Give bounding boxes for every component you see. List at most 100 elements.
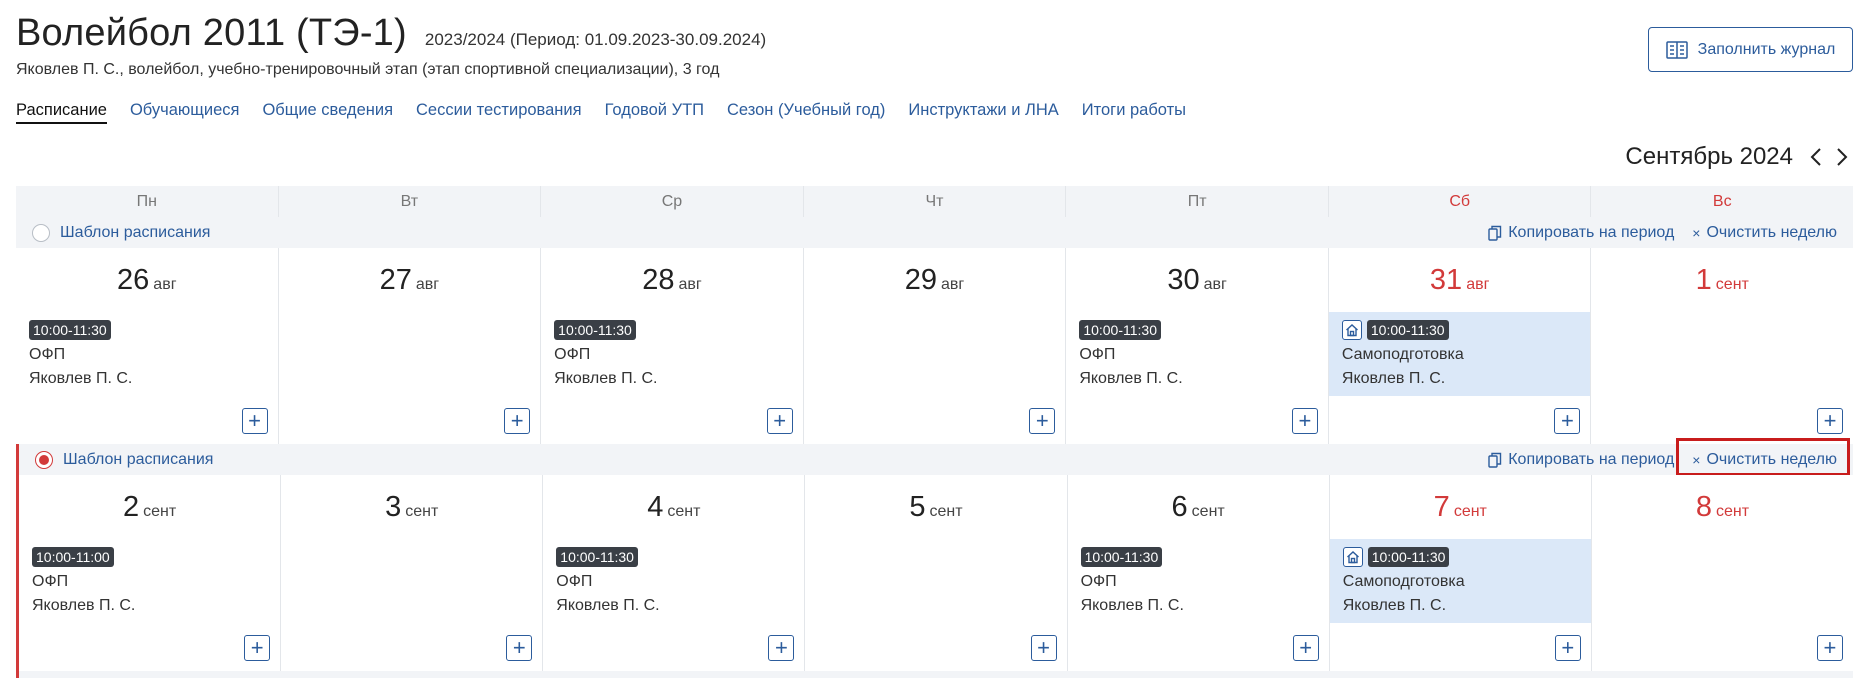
schedule-event[interactable]: 10:00-11:00 ОФП Яковлев П. С. [19, 539, 280, 623]
day-date: 4 сент [543, 475, 804, 539]
event-coach: Яковлев П. С. [1080, 597, 1184, 614]
day-number: 28 [642, 264, 675, 296]
copy-period-button[interactable]: Копировать на период [1488, 451, 1674, 469]
event-coach: Яковлев П. С. [1341, 370, 1446, 387]
day-date: 28 авг [541, 248, 803, 312]
prev-month-button[interactable] [1803, 143, 1829, 171]
week-row: Шаблон расписания Копировать на период ×… [16, 217, 1854, 444]
chevron-left-icon [1810, 148, 1821, 166]
event-name: ОФП [1080, 573, 1117, 590]
week-toolbar: Шаблон расписания Копировать на период ×… [16, 217, 1853, 248]
day-number: 26 [117, 264, 150, 296]
add-event-button[interactable]: + [1817, 408, 1844, 434]
weekday-label: Вт [279, 186, 542, 217]
tab-season[interactable]: Сезон (Учебный год) [727, 101, 885, 124]
template-label[interactable]: Шаблон расписания [60, 224, 210, 242]
clear-week-button[interactable]: × Очистить неделю [1692, 451, 1837, 469]
schedule-event[interactable]: 10:00-11:30 ОФП Яковлев П. С. [1068, 539, 1329, 623]
day-cell: 1 сент + [1591, 248, 1854, 444]
period-text: 2023/2024 (Период: 01.09.2023-30.09.2024… [424, 30, 767, 49]
event-name: Самоподготовка [1342, 573, 1465, 590]
day-date: 2 сент [19, 475, 280, 539]
tab-general-info[interactable]: Общие сведения [262, 101, 393, 124]
add-event-button[interactable]: + [768, 635, 795, 661]
event-name: ОФП [32, 573, 69, 590]
add-event-button[interactable]: + [1554, 408, 1581, 434]
close-icon: × [1692, 224, 1701, 241]
tab-results[interactable]: Итоги работы [1082, 101, 1186, 124]
event-name: ОФП [1079, 346, 1116, 363]
add-event-button[interactable]: + [1030, 635, 1057, 661]
event-name: Самоподготовка [1341, 346, 1464, 363]
day-date: 5 сент [805, 475, 1066, 539]
schedule-event[interactable]: 10:00-11:30 Самоподготовка Яковлев П. С. [1329, 539, 1591, 623]
day-cell: 27 авг + [278, 248, 542, 444]
add-event-button[interactable]: + [1554, 635, 1581, 661]
weekday-label: Чт [804, 186, 1067, 217]
day-month: авг [153, 276, 177, 293]
weekday-label: Сб [1329, 186, 1592, 217]
day-number: 30 [1167, 264, 1200, 296]
tab-testing-sessions[interactable]: Сессии тестирования [416, 101, 582, 124]
add-event-button[interactable]: + [1029, 408, 1056, 434]
calendar: Пн Вт Ср Чт Пт Сб Вс Шаблон расписания К… [16, 186, 1854, 678]
event-coach: Яковлев П. С. [1342, 597, 1447, 614]
day-cell: 7 сент 10:00-11:30 Самоподготовка Яковлев… [1329, 475, 1592, 671]
day-month: авг [941, 276, 965, 293]
schedule-event[interactable]: 10:00-11:30 ОФП Яковлев П. С. [1066, 312, 1328, 396]
day-number: 3 [385, 491, 402, 523]
day-number: 31 [1429, 264, 1463, 296]
tab-annual-plan[interactable]: Годовой УТП [605, 101, 704, 124]
add-event-button[interactable]: + [766, 408, 793, 434]
day-date: 30 авг [1066, 248, 1328, 312]
day-cell: 4 сент 10:00-11:30 ОФП Яковлев П. С. + [543, 475, 806, 671]
day-date: 1 сент [1591, 248, 1853, 312]
template-radio[interactable] [32, 223, 50, 242]
home-icon [1341, 320, 1362, 340]
add-event-button[interactable]: + [504, 408, 531, 434]
day-cell: 30 авг 10:00-11:30 ОФП Яковлев П. С. + [1066, 248, 1329, 444]
tab-students[interactable]: Обучающиеся [130, 101, 239, 124]
template-label[interactable]: Шаблон расписания [63, 451, 213, 469]
add-event-button[interactable]: + [1292, 635, 1319, 661]
clear-week-button[interactable]: × Очистить неделю [1692, 224, 1837, 242]
day-cell: 2 сент 10:00-11:00 ОФП Яковлев П. С. + [19, 475, 282, 671]
event-coach: Яковлев П. С. [556, 597, 660, 614]
template-radio[interactable] [35, 450, 53, 469]
next-month-button[interactable] [1829, 143, 1855, 171]
day-date: 3 сент [281, 475, 542, 539]
clear-week-label: Очистить неделю [1706, 223, 1837, 241]
event-time: 10:00-11:30 [554, 320, 636, 340]
add-event-button[interactable]: + [241, 408, 268, 434]
day-date: 27 авг [279, 248, 541, 312]
schedule-event[interactable]: 10:00-11:30 ОФП Яковлев П. С. [541, 312, 803, 396]
event-coach: Яковлев П. С. [554, 370, 658, 387]
schedule-event[interactable]: 10:00-11:30 Самоподготовка Яковлев П. С. [1328, 312, 1591, 396]
day-month: сент [1715, 503, 1750, 520]
fill-journal-button[interactable]: Заполнить журнал [1648, 27, 1853, 72]
close-icon: × [1692, 451, 1701, 468]
week-actions: Копировать на период × Очистить неделю [1488, 451, 1853, 469]
tab-bar: Расписание Обучающиеся Общие сведения Се… [16, 101, 1209, 124]
journal-icon [1665, 40, 1688, 59]
add-event-button[interactable]: + [506, 635, 533, 661]
day-date: 26 авг [16, 248, 278, 312]
event-time: 10:00-11:30 [29, 320, 111, 340]
add-event-button[interactable]: + [1291, 408, 1318, 434]
clear-week-label: Очистить неделю [1706, 450, 1837, 468]
day-cell: 6 сент 10:00-11:30 ОФП Яковлев П. С. + [1067, 475, 1330, 671]
day-date: 8 сент [1592, 475, 1853, 539]
day-month: авг [1203, 276, 1227, 293]
tab-schedule[interactable]: Расписание [16, 101, 107, 124]
copy-period-button[interactable]: Копировать на период [1488, 224, 1674, 242]
event-coach: Яковлев П. С. [1079, 370, 1183, 387]
day-date: 29 авг [804, 248, 1066, 312]
month-navigation: Сентябрь 2024 [1625, 143, 1855, 171]
add-event-button[interactable]: + [1816, 635, 1843, 661]
add-event-button[interactable]: + [244, 635, 271, 661]
event-name: ОФП [556, 573, 593, 590]
schedule-event[interactable]: 10:00-11:30 ОФП Яковлев П. С. [543, 539, 804, 623]
schedule-event[interactable]: 10:00-11:30 ОФП Яковлев П. С. [16, 312, 278, 396]
day-cell: 8 сент + [1591, 475, 1853, 671]
tab-briefings[interactable]: Инструктажи и ЛНА [908, 101, 1058, 124]
